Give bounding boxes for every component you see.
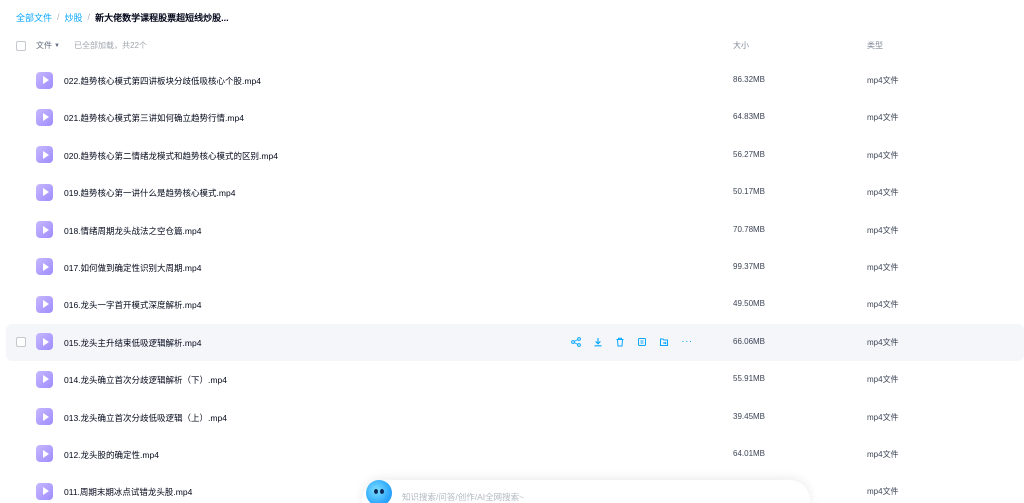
file-name[interactable]: 018.情绪周期龙头战法之空仓篇.mp4: [64, 225, 201, 237]
video-file-icon: [36, 370, 53, 388]
ai-search-bar[interactable]: 知识搜索/问答/创作/AI全网搜索~: [362, 480, 810, 503]
file-type: mp4文件: [867, 188, 899, 198]
file-row[interactable]: 014.龙头确立首次分歧逻辑解析（下）.mp4 55.91MB mp4文件: [0, 361, 1024, 398]
video-file-icon: [36, 333, 53, 351]
name-column-header[interactable]: 文件 ▼: [36, 40, 60, 51]
video-file-icon: [36, 445, 53, 463]
video-file-icon: [36, 295, 53, 313]
file-type: mp4文件: [867, 337, 899, 347]
file-row[interactable]: 016.龙头一字首开模式深度解析.mp4 49.50MB mp4文件: [0, 286, 1024, 323]
file-list: 022.趋势核心模式第四讲板块分歧低吸核心个股.mp4 86.32MB mp4文件 0…: [0, 62, 1024, 503]
file-name[interactable]: 012.龙头股的确定性.mp4: [64, 449, 159, 461]
row-actions: ···: [570, 336, 704, 348]
type-column-header[interactable]: 类型: [867, 40, 883, 51]
ai-assistant-avatar-icon[interactable]: [366, 480, 392, 503]
file-row[interactable]: 017.如何做到确定性识别大周期.mp4 99.37MB mp4文件: [0, 249, 1024, 286]
video-file-icon: [36, 221, 53, 239]
file-size: 55.91MB: [733, 374, 766, 384]
row-checkbox[interactable]: [16, 336, 26, 347]
file-size: 50.17MB: [733, 187, 766, 197]
file-row[interactable]: 022.趋势核心模式第四讲板块分歧低吸核心个股.mp4 86.32MB mp4文件: [0, 62, 1024, 99]
file-size: 86.32MB: [733, 75, 766, 84]
select-all-checkbox[interactable]: [16, 41, 26, 51]
move-icon[interactable]: [658, 336, 670, 348]
video-file-icon: [36, 108, 53, 126]
more-icon[interactable]: ···: [680, 336, 694, 348]
copy-icon[interactable]: [636, 336, 648, 348]
file-type: mp4文件: [867, 449, 899, 459]
breadcrumb-all-files[interactable]: 全部文件: [16, 11, 52, 24]
file-row[interactable]: 018.情绪周期龙头战法之空仓篇.mp4 70.78MB mp4文件: [0, 212, 1024, 249]
file-size: 70.78MB: [733, 224, 766, 234]
video-file-icon: [36, 482, 53, 500]
sort-down-icon: ▼: [54, 42, 60, 49]
file-name[interactable]: 016.龙头一字首开模式深度解析.mp4: [64, 299, 201, 311]
video-file-icon: [36, 183, 53, 201]
file-row[interactable]: 019.趋势核心第一讲什么是趋势核心模式.mp4 50.17MB mp4文件: [0, 174, 1024, 211]
file-type: mp4文件: [867, 262, 899, 272]
file-name[interactable]: 022.趋势核心模式第四讲板块分歧低吸核心个股.mp4: [64, 75, 261, 87]
file-size: 56.27MB: [733, 149, 766, 159]
breadcrumb-separator: /: [87, 12, 91, 22]
file-size: 49.50MB: [733, 299, 766, 309]
share-icon[interactable]: [570, 336, 582, 348]
file-type: mp4文件: [867, 150, 899, 160]
file-name[interactable]: 015.龙头主升结束低吸逻辑解析.mp4: [64, 337, 201, 349]
video-file-icon: [36, 146, 53, 164]
ai-search-placeholder: 知识搜索/问答/创作/AI全网搜索~: [402, 492, 525, 502]
file-name[interactable]: 011.周期末期冰点试错龙头股.mp4: [64, 486, 192, 498]
download-icon[interactable]: [592, 336, 604, 348]
file-type: mp4文件: [867, 375, 899, 385]
video-file-icon: [36, 408, 53, 426]
size-column-header[interactable]: 大小: [733, 40, 749, 51]
file-size: 99.37MB: [733, 261, 766, 271]
file-size: 64.01MB: [733, 448, 766, 458]
file-row[interactable]: 013.龙头确立首次分歧低吸逻辑（上）.mp4 39.45MB mp4文件: [0, 399, 1024, 436]
file-row[interactable]: 015.龙头主升结束低吸逻辑解析.mp4 ··· 66.06MB mp4文件: [6, 323, 1024, 362]
file-row[interactable]: 020.趋势核心第二情绪龙模式和趋势核心模式的区别.mp4 56.27MB mp4文…: [0, 137, 1024, 174]
file-name[interactable]: 021.趋势核心模式第三讲如何确立趋势行情.mp4: [64, 112, 244, 124]
file-row[interactable]: 021.趋势核心模式第三讲如何确立趋势行情.mp4 64.83MB mp4文件: [0, 99, 1024, 136]
file-manager-page: 全部文件 / 炒股 / 新大佬数学课程股票超短线炒股... 文件 ▼ 已全部加载…: [0, 0, 1024, 503]
file-name[interactable]: 020.趋势核心第二情绪龙模式和趋势核心模式的区别.mp4: [64, 150, 278, 162]
file-row[interactable]: 012.龙头股的确定性.mp4 64.01MB mp4文件: [0, 436, 1024, 473]
file-type: mp4文件: [867, 412, 899, 422]
delete-icon[interactable]: [614, 336, 626, 348]
video-file-icon: [36, 71, 53, 89]
file-name[interactable]: 017.如何做到确定性识别大周期.mp4: [64, 262, 201, 274]
file-type: mp4文件: [867, 113, 899, 123]
breadcrumb-stock-folder[interactable]: 炒股: [65, 11, 83, 24]
file-type: mp4文件: [867, 225, 899, 235]
file-size: 39.45MB: [733, 411, 766, 421]
breadcrumb-separator: /: [57, 12, 60, 22]
breadcrumb-current-folder: 新大佬数学课程股票超短线炒股...: [95, 12, 229, 23]
name-column-label: 文件: [36, 41, 52, 50]
breadcrumb: 全部文件 / 炒股 / 新大佬数学课程股票超短线炒股...: [16, 10, 229, 24]
file-name[interactable]: 019.趋势核心第一讲什么是趋势核心模式.mp4: [64, 187, 235, 199]
video-file-icon: [36, 258, 53, 276]
file-type: mp4文件: [867, 76, 899, 85]
file-name[interactable]: 013.龙头确立首次分歧低吸逻辑（上）.mp4: [64, 412, 227, 424]
file-size: 64.83MB: [733, 112, 766, 122]
file-name[interactable]: 014.龙头确立首次分歧逻辑解析（下）.mp4: [64, 374, 227, 386]
loaded-count-text: 已全部加载，共22个: [74, 41, 147, 50]
file-type: mp4文件: [867, 300, 899, 310]
file-type: mp4文件: [867, 487, 899, 497]
file-list-header: 文件 ▼ 已全部加载，共22个 大小 类型: [0, 38, 1024, 54]
file-size: 66.06MB: [733, 336, 766, 346]
